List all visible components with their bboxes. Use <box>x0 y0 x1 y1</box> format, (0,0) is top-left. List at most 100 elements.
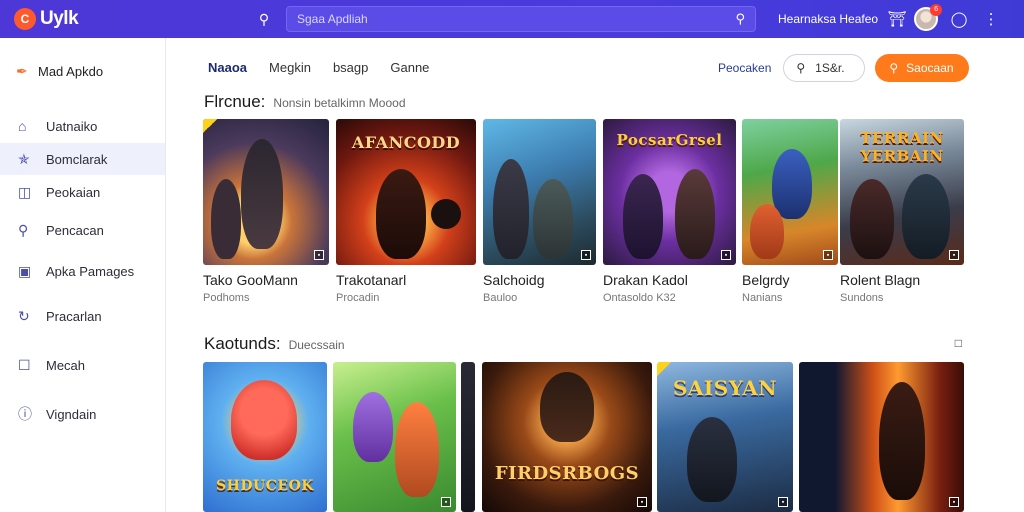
game-subtitle: Podhoms <box>203 292 250 304</box>
game-card[interactable]: PocsarGrsel ▪ Drakan Kadol Ontasoldo K32 <box>603 119 736 304</box>
search-box[interactable]: ⚲ <box>286 6 756 32</box>
section-subtitle: Duecssain <box>288 338 345 352</box>
logo-icon: C <box>14 8 36 30</box>
compass-icon: ✯ <box>18 150 30 167</box>
platform-icon: ▪ <box>721 250 731 260</box>
tab-megkin[interactable]: Megkin <box>269 60 311 75</box>
sidebar-item-vigndain[interactable]: ⓘ Vigndain <box>0 398 165 430</box>
sidebar-item-label: Apka Pamages <box>46 263 135 279</box>
sidebar-item-label: Vigndain <box>46 406 97 422</box>
game-thumbnail[interactable] <box>461 362 475 512</box>
platform-icon: ▪ <box>581 250 591 260</box>
search-icon: ⚲ <box>889 61 899 75</box>
top-bar: C Uylk ⚲ ⚲ Hearnaksa Heafeo ⛩ 6 ◯ ⋮ <box>0 0 1024 38</box>
help-icon[interactable]: ◯ <box>946 10 972 28</box>
featured-ribbon <box>203 119 217 133</box>
notification-badge: 6 <box>930 4 943 16</box>
game-thumbnail[interactable]: ▪ <box>742 119 838 265</box>
sidebar-brand[interactable]: ✒ Mad Apkdo <box>0 38 165 104</box>
info-icon: ⓘ <box>18 406 32 422</box>
game-thumbnail[interactable]: ▪ <box>799 362 964 512</box>
game-thumbnail[interactable]: ▪ <box>333 362 456 512</box>
more-vertical-icon[interactable]: ⋮ <box>978 10 1004 28</box>
filter-pill[interactable]: ⚲ 1S&r. <box>783 54 866 82</box>
search-icon: ⚲ <box>796 61 806 75</box>
game-subtitle: Ontasoldo K32 <box>603 292 676 304</box>
tab-naaoa[interactable]: Naaoa <box>208 60 247 75</box>
game-thumbnail[interactable]: ▪ <box>483 119 596 265</box>
game-card[interactable]: ▪ Tako GooMann Podhoms <box>203 119 329 304</box>
sidebar-item-pracarlan[interactable]: ↻ Pracarlan <box>0 300 165 332</box>
sidebar: ✒ Mad Apkdo ⌂ Uatnaiko ✯ Bomclarak ◫ Peo… <box>0 38 166 512</box>
game-thumbnail[interactable]: PocsarGrsel ▪ <box>603 119 736 265</box>
sidebar-item-label: Uatnaiko <box>46 118 98 134</box>
bookmark-icon: ◫ <box>18 183 32 200</box>
game-card[interactable]: FIRDSRBOGS ▪ <box>482 362 652 512</box>
game-title: Tako GooMann <box>203 272 298 288</box>
platform-icon: ▪ <box>637 497 647 507</box>
game-card[interactable]: SAISYAN ▪ <box>657 362 793 512</box>
game-card[interactable] <box>461 362 475 512</box>
tab-ganne[interactable]: Ganne <box>390 60 429 75</box>
game-title: Drakan Kadol <box>603 272 688 288</box>
platform-icon: ▪ <box>949 250 959 260</box>
game-subtitle: Nanians <box>742 292 783 304</box>
platform-icon: ▪ <box>441 497 451 507</box>
key-icon: ⚲ <box>18 221 29 238</box>
game-subtitle: Procadin <box>336 292 380 304</box>
chat-icon: ☐ <box>18 356 31 373</box>
brush-icon: ✒ <box>16 62 28 79</box>
expand-icon[interactable]: □ <box>955 336 962 350</box>
game-thumbnail[interactable]: SHDUCEOK <box>203 362 327 512</box>
game-title: Rolent Blagn <box>840 272 921 288</box>
game-title: Salchoidg <box>483 272 545 288</box>
search-input[interactable] <box>297 12 736 26</box>
platform-icon: ▪ <box>778 497 788 507</box>
game-card[interactable]: ▪ Belgrdy Nanians <box>742 119 838 304</box>
game-title: Belgrdy <box>742 272 790 288</box>
category-tabs: Naaoa Megkin bsagp Ganne <box>208 60 451 75</box>
sidebar-item-mecah[interactable]: ☐ Mecah <box>0 349 165 381</box>
filter-pill-label: 1S&r. <box>815 61 845 75</box>
sidebar-item-label: Bomclarak <box>46 151 108 167</box>
game-card[interactable]: TERRAIN YERBAIN ▪ Rolent Blagn Sundons <box>840 119 964 304</box>
tab-bsagp[interactable]: bsagp <box>333 60 368 75</box>
action-button[interactable]: ⚲ Saocaan <box>875 54 970 82</box>
game-card[interactable]: ▪ <box>799 362 964 512</box>
toolbar-link[interactable]: Peocaken <box>718 61 771 75</box>
game-thumbnail[interactable]: FIRDSRBOGS ▪ <box>482 362 652 512</box>
platform-icon: ▪ <box>823 250 833 260</box>
game-card[interactable]: SHDUCEOK <box>203 362 327 512</box>
game-subtitle: Sundons <box>840 292 884 304</box>
sidebar-item-label: Pencacan <box>46 222 104 238</box>
game-card[interactable]: AFANCODD Trakotanarl Procadin <box>336 119 476 304</box>
sidebar-item-apka-pamages[interactable]: ▣ Apka Pamages <box>0 255 165 287</box>
toolbar: Peocaken ⚲ 1S&r. ⚲ Saocaan <box>718 54 970 82</box>
logo-text: Uylk <box>40 8 79 29</box>
sidebar-item-bomclarak[interactable]: ✯ Bomclarak <box>0 143 165 175</box>
search-icon[interactable]: ⚲ <box>254 11 274 28</box>
game-thumbnail[interactable]: SAISYAN ▪ <box>657 362 793 512</box>
game-thumbnail[interactable]: TERRAIN YERBAIN ▪ <box>840 119 964 265</box>
platform-icon: ▪ <box>949 497 959 507</box>
platform-icon: ▪ <box>314 250 324 260</box>
game-card[interactable]: ▪ <box>333 362 456 512</box>
game-thumbnail[interactable]: ▪ <box>203 119 329 265</box>
game-title: Trakotanarl <box>336 272 407 288</box>
sidebar-item-uatnaiko[interactable]: ⌂ Uatnaiko <box>0 110 165 142</box>
sidebar-item-label: Peokaian <box>46 184 101 200</box>
home-icon: ⌂ <box>18 118 27 134</box>
gift-icon[interactable]: ⛩ <box>884 10 910 28</box>
magnifier-icon[interactable]: ⚲ <box>735 11 745 27</box>
section-heading: Kaotunds: <box>204 334 281 353</box>
sidebar-item-pencacan[interactable]: ⚲ Pencacan <box>0 214 165 246</box>
sidebar-item-peokaian[interactable]: ◫ Peokaian <box>0 176 165 208</box>
section-title: Flrcnue: Nonsin betalkimn Moood <box>204 92 406 112</box>
avatar[interactable]: 6 <box>914 4 943 31</box>
account-link[interactable]: Hearnaksa Heafeo <box>778 12 878 26</box>
sidebar-item-label: Pracarlan <box>46 308 102 324</box>
game-subtitle: Bauloo <box>483 292 518 304</box>
app-logo[interactable]: C Uylk <box>14 8 254 30</box>
game-card[interactable]: ▪ Salchoidg Bauloo <box>483 119 596 304</box>
game-thumbnail[interactable]: AFANCODD <box>336 119 476 265</box>
